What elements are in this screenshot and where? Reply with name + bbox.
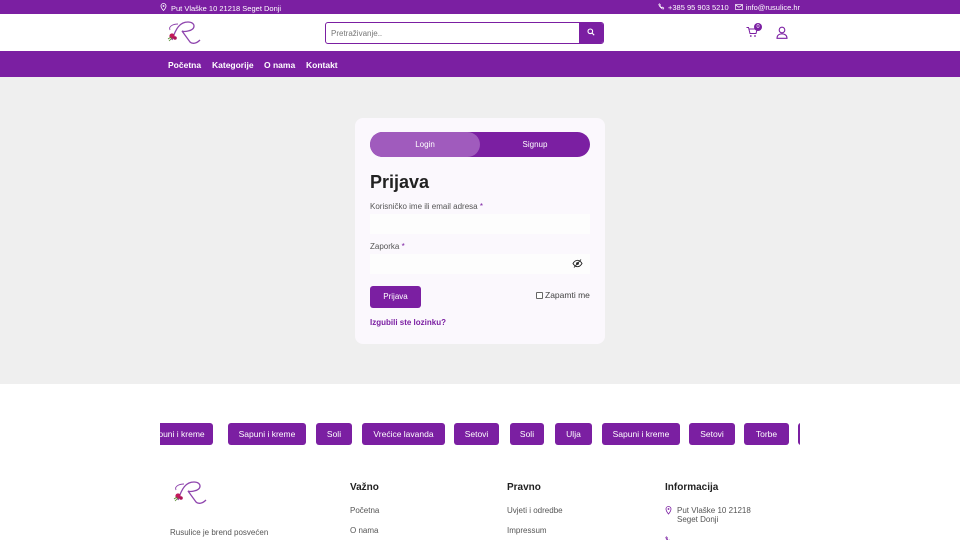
category-pill[interactable]: Soli <box>510 423 544 445</box>
topbar-address-text: Put Vlaške 10 21218 Seget Donji <box>171 3 282 13</box>
lost-password-link[interactable]: Izgubili ste lozinku? <box>370 318 446 327</box>
topbar-address: Put Vlaške 10 21218 Seget Donji <box>160 3 281 13</box>
footer-link-o-nama[interactable]: O nama <box>350 526 378 535</box>
category-pill[interactable]: Torbe <box>744 423 789 445</box>
password-label-text: Zaporka <box>370 242 400 251</box>
cart-count-badge: 0 <box>754 23 762 31</box>
auth-tabs: Login Signup <box>370 132 590 157</box>
footer-heading-vazno: Važno <box>350 482 379 493</box>
cart-icon <box>746 27 758 40</box>
footer-link-impressum[interactable]: Impressum <box>507 526 547 535</box>
required-mark: * <box>479 202 483 211</box>
eye-slash-icon <box>572 259 583 271</box>
footer-info-address: Put Vlaške 10 21218 Seget Donji <box>665 506 751 524</box>
category-pill[interactable]: Setovi <box>454 423 499 445</box>
main-nav: Početna Kategorije O nama Kontakt <box>0 51 960 77</box>
username-label-text: Korisničko ime ili email adresa <box>370 202 478 211</box>
login-submit-button[interactable]: Prijava <box>370 286 421 308</box>
category-pill[interactable]: Sapuni i kreme <box>602 423 680 445</box>
username-field[interactable] <box>370 214 590 234</box>
password-label: Zaporka * <box>370 242 405 251</box>
search-button[interactable] <box>579 23 603 43</box>
nav-item-kategorije[interactable]: Kategorije <box>212 60 254 70</box>
category-pill[interactable]: Soli <box>316 423 352 445</box>
search-bar: Pretraživanje.. <box>325 22 604 44</box>
search-input[interactable]: Pretraživanje.. <box>326 23 579 43</box>
footer-info-phone <box>665 536 672 540</box>
footer-address-line1: Put Vlaške 10 21218 <box>677 506 751 515</box>
tab-login[interactable]: Login <box>370 132 480 157</box>
phone-icon <box>665 536 672 540</box>
category-marquee: puni i kreme Sapuni i kreme Soli Vrećice… <box>160 423 800 446</box>
category-pill[interactable]: Vrećice lavanda <box>362 423 445 445</box>
location-pin-icon <box>665 506 672 524</box>
topbar-phone-text: +385 95 903 5210 <box>668 3 729 12</box>
category-pill[interactable]: puni i kreme <box>160 423 213 445</box>
category-pill[interactable]: Sapuni i kreme <box>228 423 306 445</box>
topbar-phone[interactable]: +385 95 903 5210 <box>658 3 729 12</box>
site-logo[interactable] <box>162 18 208 46</box>
login-title: Prijava <box>370 172 430 192</box>
footer-logo[interactable] <box>168 478 214 506</box>
footer-link-uvjeti[interactable]: Uvjeti i odredbe <box>507 506 563 515</box>
remember-me[interactable]: Zapamti me <box>536 290 590 300</box>
search-icon <box>587 28 595 38</box>
footer-address-line2: Seget Donji <box>677 515 719 524</box>
phone-icon <box>658 3 665 12</box>
footer-about-text: Rusulice je brend posvećen <box>170 528 269 537</box>
category-pill[interactable]: Ulja <box>555 423 592 445</box>
tab-signup[interactable]: Signup <box>480 132 590 157</box>
topbar-email-text: info@rusulice.hr <box>745 3 800 12</box>
password-field[interactable] <box>370 254 590 274</box>
topbar-contact: +385 95 903 5210 info@rusulice.hr <box>658 3 800 12</box>
remember-me-checkbox[interactable] <box>536 291 543 299</box>
show-password-toggle[interactable] <box>572 258 583 269</box>
topbar-email[interactable]: info@rusulice.hr <box>734 3 800 12</box>
footer-heading-informacija: Informacija <box>665 482 719 493</box>
nav-item-pocetna[interactable]: Početna <box>168 60 201 70</box>
category-pill[interactable]: Setovi <box>689 423 735 445</box>
account-button[interactable] <box>776 26 788 39</box>
top-bar: Put Vlaške 10 21218 Seget Donji +385 95 … <box>0 0 960 14</box>
cart-button[interactable]: 0 <box>746 23 762 40</box>
category-pill-partial[interactable] <box>798 423 800 445</box>
location-pin-icon <box>160 3 167 13</box>
mail-icon <box>734 3 743 12</box>
user-icon <box>776 26 788 41</box>
username-label: Korisničko ime ili email adresa * <box>370 202 483 211</box>
footer-heading-pravno: Pravno <box>507 482 541 493</box>
footer-info-address-text: Put Vlaške 10 21218 Seget Donji <box>677 506 751 524</box>
nav-item-o-nama[interactable]: O nama <box>264 60 295 70</box>
remember-me-label: Zapamti me <box>545 290 590 300</box>
footer-link-pocetna[interactable]: Početna <box>350 506 379 515</box>
required-mark: * <box>401 242 405 251</box>
nav-item-kontakt[interactable]: Kontakt <box>306 60 338 70</box>
